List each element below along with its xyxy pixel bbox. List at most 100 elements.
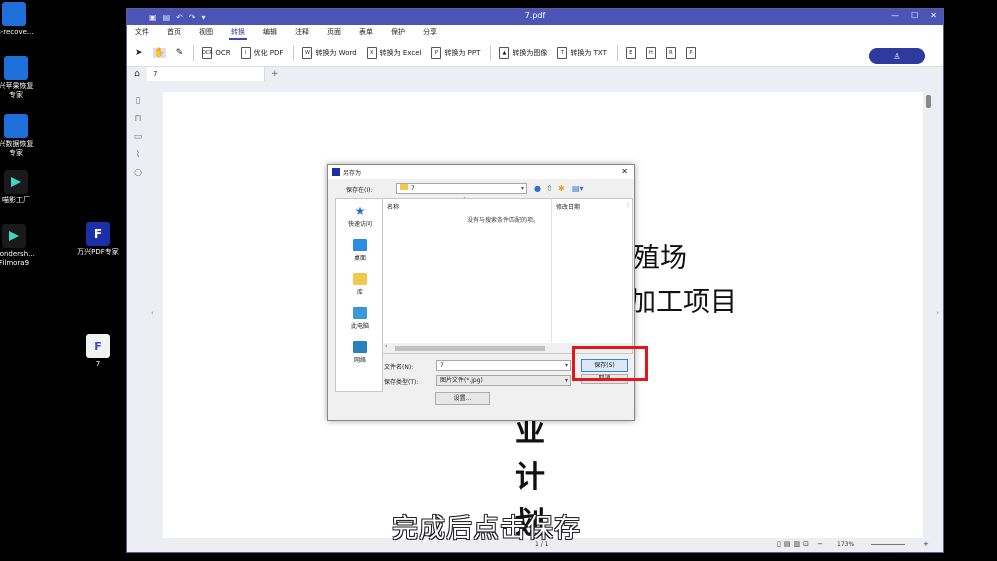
dialog-close-icon[interactable]: ✕ xyxy=(621,167,628,176)
word-icon: W xyxy=(302,46,313,59)
places-bar: ★ 快速访问 桌面 库 此电脑 网络 xyxy=(335,198,383,392)
select-tool[interactable]: ➤ xyxy=(135,48,143,58)
column-header-name[interactable]: 名称 xyxy=(387,202,399,211)
scrollbar-thumb[interactable] xyxy=(395,346,545,351)
to-epub-button[interactable]: E xyxy=(625,46,636,59)
menu-home[interactable]: 首页 xyxy=(167,27,181,37)
to-txt-button[interactable]: T 转换为 TXT xyxy=(557,46,607,59)
desktop: ts-recove... 兴苹果恢复 专家 兴数据恢复 专家 喵影工厂 Wond… xyxy=(0,0,997,561)
search-icon[interactable]: ○ xyxy=(134,168,142,178)
column-more-icon[interactable]: ⁝ xyxy=(627,202,629,209)
place-label: 桌面 xyxy=(353,255,366,262)
place-desktop[interactable]: 桌面 xyxy=(336,239,384,262)
menu-page[interactable]: 页面 xyxy=(327,27,341,37)
document-tab-bar: ⌂ 7 + xyxy=(127,67,943,81)
column-divider xyxy=(551,199,552,342)
menu-edit[interactable]: 编辑 xyxy=(263,27,277,37)
rtf-icon: R xyxy=(665,46,676,59)
menu-view[interactable]: 视图 xyxy=(199,27,213,37)
filename-value: 7 xyxy=(440,362,444,369)
desktop-icon-label: ts-recove... xyxy=(0,28,34,36)
desktop-icon-filmora9[interactable]: Wondersh... Filmora9 xyxy=(0,224,42,268)
place-label: 此电脑 xyxy=(350,323,369,330)
optimize-icon: i xyxy=(240,46,251,59)
edit-tool[interactable]: ✎ xyxy=(176,48,184,58)
new-tab-icon[interactable]: + xyxy=(271,69,279,79)
comment-icon[interactable]: ▭ xyxy=(134,132,143,142)
cursor-icon: ➤ xyxy=(135,47,143,58)
bookmark-icon[interactable]: ⊓ xyxy=(134,114,141,124)
desktop-icon-recovery[interactable]: ts-recove... xyxy=(0,2,42,37)
hand-tool[interactable]: ✋ xyxy=(152,47,166,58)
menu-protect[interactable]: 保护 xyxy=(391,27,405,37)
save-in-select[interactable]: 7 ▾ xyxy=(396,183,527,194)
place-library[interactable]: 库 xyxy=(336,273,384,296)
page-layout-icons[interactable]: ▯▤▥⊡ − xyxy=(777,540,826,548)
desktop-icon-data-recovery[interactable]: 兴数据恢复 专家 xyxy=(0,114,44,158)
zoom-slider[interactable] xyxy=(871,544,905,545)
to-ppt-button[interactable]: P 转换为 PPT xyxy=(431,46,480,59)
filetype-select[interactable]: 图片文件(*.jpg) ▾ xyxy=(436,375,571,386)
ppt-icon: P xyxy=(431,46,442,59)
place-network[interactable]: 网络 xyxy=(336,341,384,364)
menu-share[interactable]: 分享 xyxy=(423,27,437,37)
hand-icon: ✋ xyxy=(152,47,166,58)
desktop-icon-label: 喵影工厂 xyxy=(2,196,30,204)
new-folder-icon[interactable]: ✱ xyxy=(558,184,565,193)
document-tab[interactable]: 7 xyxy=(147,67,265,81)
to-image-label: 转换为图像 xyxy=(512,48,548,57)
to-word-label: 转换为 Word xyxy=(315,48,357,57)
pdfa-icon: P xyxy=(685,46,696,59)
zoom-in-icon[interactable]: + xyxy=(923,540,929,548)
left-collapse-icon[interactable]: ‹ xyxy=(151,309,154,317)
desktop-icon-apple-recovery[interactable]: 兴苹果恢复 专家 xyxy=(0,56,44,100)
column-header-modified[interactable]: 修改日期 xyxy=(556,202,580,211)
scroll-left-icon[interactable]: ‹ xyxy=(385,343,387,350)
minimize-icon[interactable]: — xyxy=(891,11,899,20)
thumbnail-icon[interactable]: ▯ xyxy=(136,96,141,106)
menu-comment[interactable]: 注释 xyxy=(295,27,309,37)
optimize-label: 优化 PDF xyxy=(253,48,284,57)
epub-icon: E xyxy=(625,46,636,59)
desktop-icon-pdf-file[interactable]: F 7 xyxy=(70,334,126,369)
place-label: 快速访问 xyxy=(347,221,372,228)
view-menu-icon[interactable]: ▤▾ xyxy=(572,184,584,193)
filename-input[interactable]: 7 ▾ xyxy=(436,360,571,371)
attachment-icon[interactable]: ⌇ xyxy=(136,150,140,160)
place-this-pc[interactable]: 此电脑 xyxy=(336,307,384,330)
to-excel-button[interactable]: X 转换为 Excel xyxy=(366,46,421,59)
back-icon[interactable]: ● xyxy=(534,184,541,193)
desktop-icon-filmora-factory[interactable]: 喵影工厂 xyxy=(0,170,44,205)
to-rtf-button[interactable]: R xyxy=(665,46,676,59)
menu-file[interactable]: 文件 xyxy=(135,27,149,37)
ocr-button[interactable]: OCR OCR xyxy=(202,46,231,59)
desktop-icon-pdf-expert[interactable]: F 万兴PDF专家 xyxy=(70,222,126,257)
desktop-icon-label: Wondersh... Filmora9 xyxy=(0,250,35,267)
to-word-button[interactable]: W 转换为 Word xyxy=(302,46,357,59)
close-icon[interactable]: ✕ xyxy=(930,11,937,20)
to-html-button[interactable]: H xyxy=(645,46,656,59)
zoom-level[interactable]: 173% xyxy=(837,541,854,548)
account-button[interactable]: ♙ xyxy=(869,48,925,64)
save-in-value: 7 xyxy=(411,185,415,192)
home-icon[interactable]: ⌂ xyxy=(127,69,147,79)
ocr-label: OCR xyxy=(215,48,231,57)
dialog-title: 另存为 xyxy=(343,169,362,177)
menu-form[interactable]: 表单 xyxy=(359,27,373,37)
menu-convert[interactable]: 转换 xyxy=(229,27,247,40)
desktop-icon xyxy=(353,239,367,251)
vertical-scrollbar[interactable] xyxy=(926,95,931,108)
to-image-button[interactable]: ▲ 转换为图像 xyxy=(499,46,548,59)
filename-label: 文件名(N): xyxy=(384,364,414,371)
to-txt-label: 转换为 TXT xyxy=(570,48,607,57)
up-folder-icon[interactable]: ⇧ xyxy=(546,184,553,193)
settings-button[interactable]: 设置... xyxy=(435,392,490,405)
pencil-icon: ✎ xyxy=(175,47,184,58)
place-quick-access[interactable]: ★ 快速访问 xyxy=(336,205,384,228)
maximize-icon[interactable]: ☐ xyxy=(911,11,918,20)
optimize-pdf-button[interactable]: i 优化 PDF xyxy=(240,46,284,59)
desktop-icon-label: 万兴PDF专家 xyxy=(77,248,119,256)
right-collapse-icon[interactable]: › xyxy=(936,309,939,317)
to-pdfa-button[interactable]: P xyxy=(685,46,696,59)
file-list[interactable]: 名称 ˄ 修改日期 ⁝ 没有与搜索条件匹配的项。 ‹ xyxy=(382,197,633,354)
